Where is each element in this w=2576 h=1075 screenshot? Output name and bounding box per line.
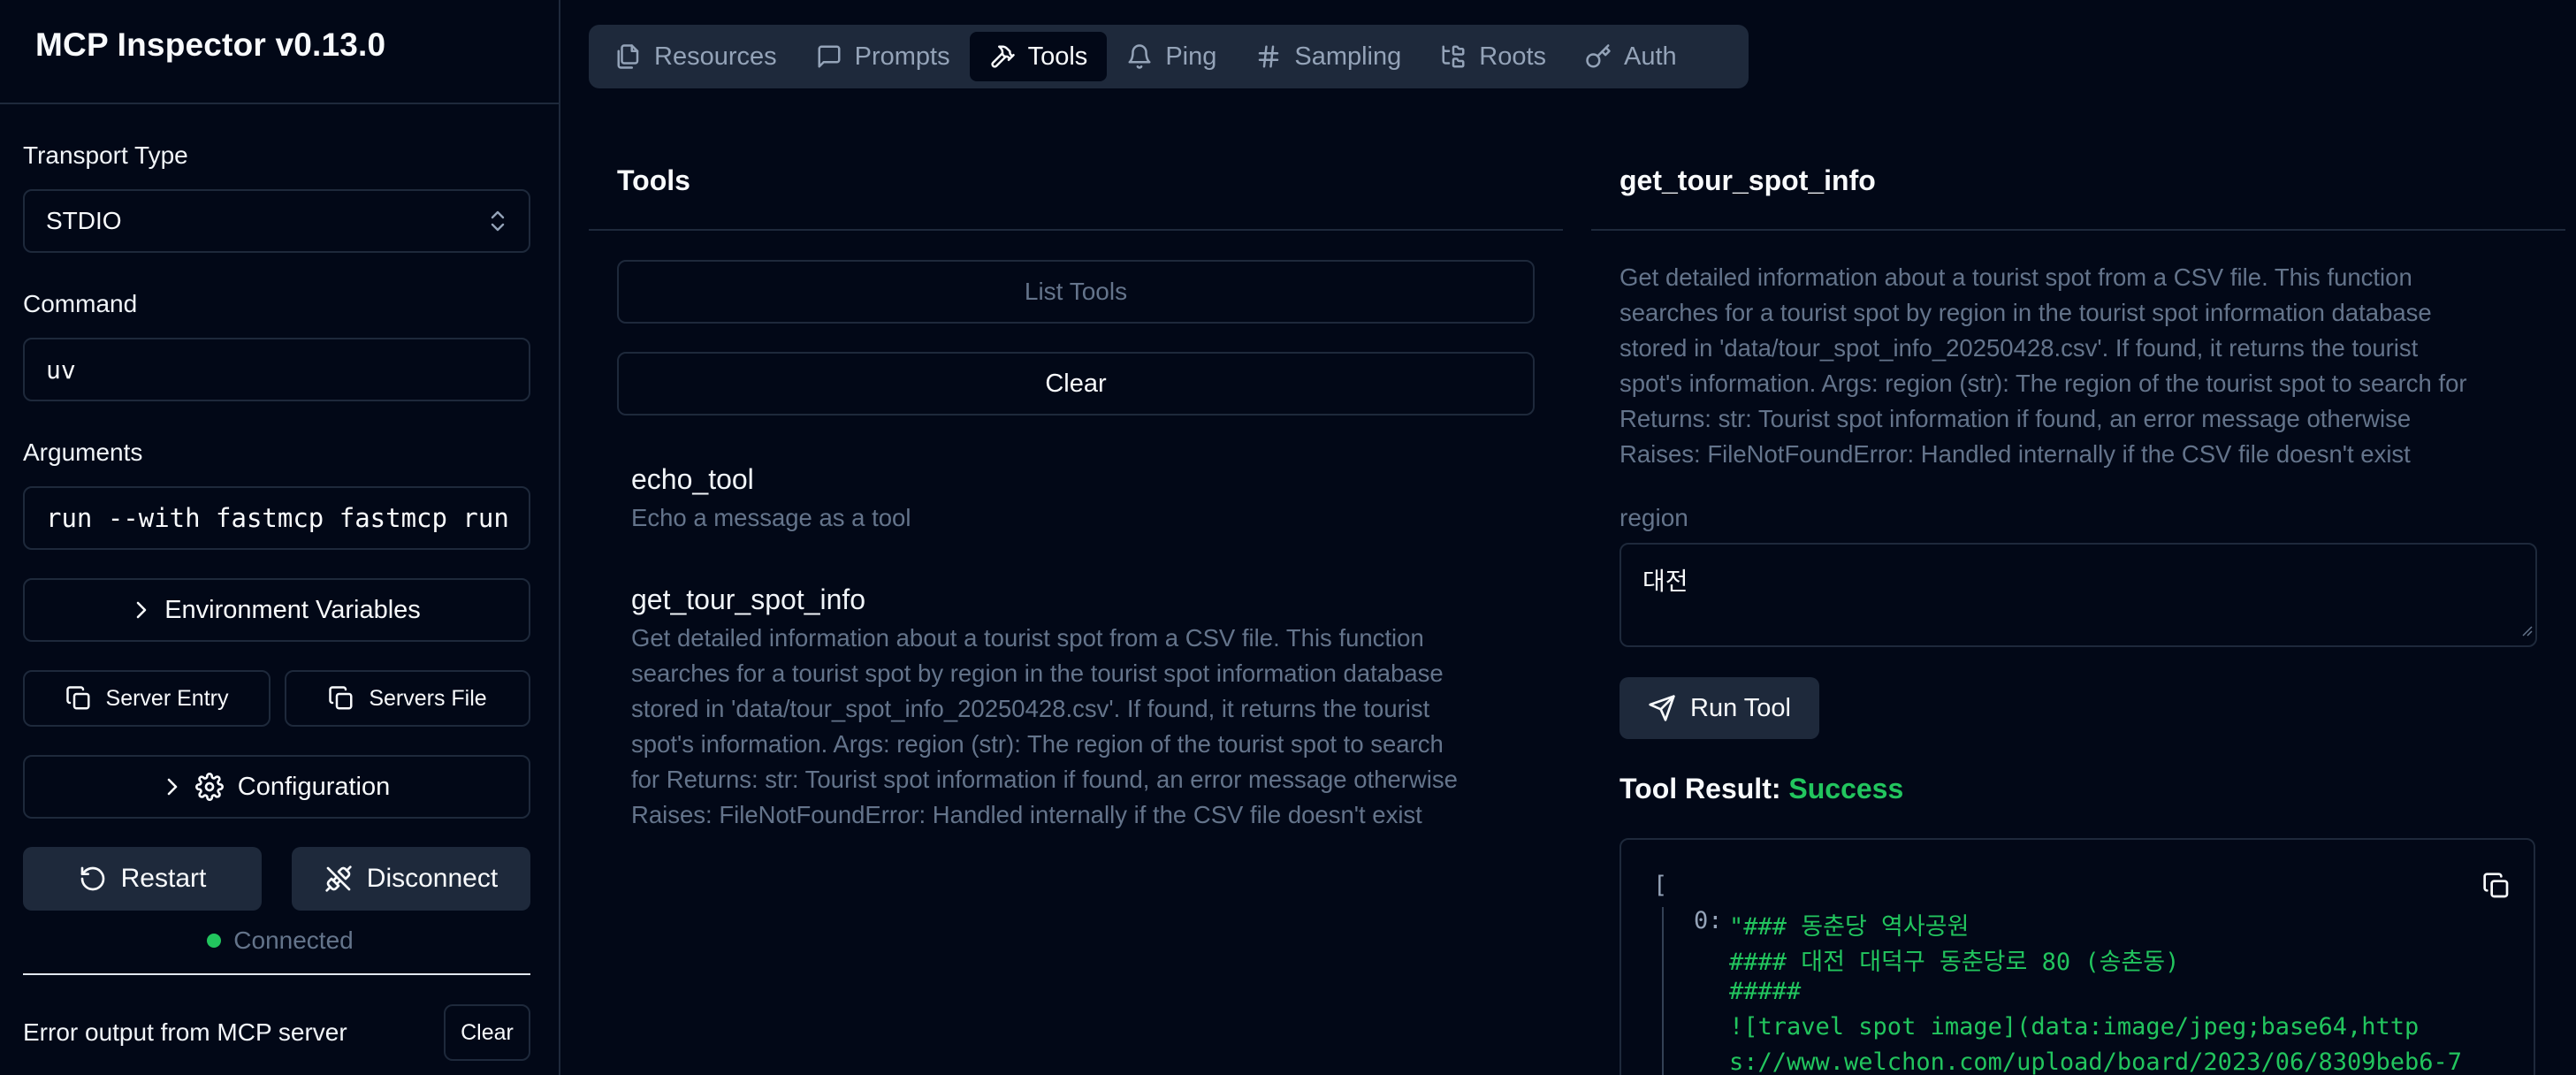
unplug-icon (324, 865, 353, 893)
app-title: MCP Inspector v0.13.0 (35, 27, 386, 63)
server-entry-button[interactable]: Server Entry (23, 670, 271, 727)
bell-icon (1126, 43, 1153, 70)
error-clear-button[interactable]: Clear (444, 1004, 530, 1061)
environment-variables-label: Environment Variables (164, 595, 421, 624)
configuration-label: Configuration (237, 772, 391, 801)
json-line: ##### (1729, 978, 1802, 1005)
tab-tools[interactable]: Tools (969, 32, 1108, 81)
detail-panel-divider (1591, 229, 2565, 231)
json-index: 0: (1694, 907, 1723, 934)
arguments-label: Arguments (23, 438, 143, 466)
detail-description: Get detailed information about a tourist… (1620, 263, 2467, 468)
sidebar-header: MCP Inspector v0.13.0 (0, 0, 559, 104)
tab-ping[interactable]: Ping (1107, 32, 1236, 81)
key-icon (1585, 43, 1612, 70)
servers-file-button[interactable]: Servers File (285, 670, 530, 727)
tool-result-status: Success (1788, 773, 1904, 804)
tab-label: Prompts (854, 42, 950, 71)
json-line: ![travel spot image](data:image/jpeg;bas… (1729, 1013, 2420, 1041)
tool-description: Echo a message as a tool (631, 504, 911, 531)
clear-tools-button[interactable]: Clear (617, 352, 1535, 416)
tab-roots[interactable]: Roots (1421, 32, 1566, 81)
error-output-label: Error output from MCP server (23, 1018, 347, 1046)
tool-result-heading: Tool Result: Success (1620, 773, 1903, 805)
region-value: 대전 (1642, 568, 1688, 595)
sidebar: MCP Inspector v0.13.0 Transport Type STD… (0, 0, 560, 1075)
gear-icon (194, 773, 224, 801)
copy-icon[interactable] (2482, 872, 2511, 900)
tool-description: Get detailed information about a tourist… (631, 624, 1458, 828)
connection-status: Connected (0, 926, 560, 955)
tool-name: get_tour_spot_info (631, 583, 866, 615)
tools-panel-divider (589, 229, 1563, 231)
environment-variables-button[interactable]: Environment Variables (23, 578, 530, 642)
json-line: #### 대전 대덕구 동춘당로 80 (송촌동) (1729, 949, 2180, 976)
tab-resources[interactable]: Resources (596, 32, 796, 81)
tab-prompts[interactable]: Prompts (796, 32, 970, 81)
files-icon (615, 43, 642, 70)
param-label: region (1620, 504, 1688, 531)
folder-tree-icon (1440, 43, 1467, 70)
chevron-right-icon (164, 776, 181, 797)
tab-label: Tools (1027, 42, 1088, 71)
tab-label: Sampling (1294, 42, 1402, 71)
command-label: Command (23, 290, 138, 317)
tab-sampling[interactable]: Sampling (1236, 32, 1421, 81)
region-textarea[interactable]: 대전 (1620, 543, 2537, 647)
transport-type-select[interactable]: STDIO (23, 189, 530, 253)
copy-icon (328, 685, 354, 712)
message-square-icon (816, 43, 842, 70)
hammer-icon (989, 43, 1016, 70)
tab-label: Ping (1165, 42, 1217, 71)
hash-icon (1255, 43, 1282, 70)
configuration-button[interactable]: Configuration (23, 755, 530, 819)
transport-type-value: STDIO (46, 207, 122, 234)
json-open-bracket: [ (1653, 872, 1668, 899)
server-entry-label: Server Entry (105, 685, 229, 711)
rotate-ccw-icon (79, 865, 107, 893)
detail-panel-title: get_tour_spot_info (1620, 164, 1876, 196)
run-tool-label: Run Tool (1690, 693, 1791, 722)
tab-label: Roots (1479, 42, 1547, 71)
tools-panel-title: Tools (617, 164, 690, 196)
send-icon (1648, 694, 1676, 722)
list-tools-button[interactable]: List Tools (617, 260, 1535, 324)
disconnect-button[interactable]: Disconnect (292, 847, 530, 911)
chevron-right-icon (133, 599, 150, 621)
copy-icon (65, 685, 92, 712)
tool-result-box: [ 0: "### 동춘당 역사공원 #### 대전 대덕구 동춘당로 80 (… (1620, 838, 2535, 1075)
transport-type-label: Transport Type (23, 141, 188, 169)
restart-button[interactable]: Restart (23, 847, 262, 911)
restart-label: Restart (120, 864, 207, 893)
run-tool-button[interactable]: Run Tool (1620, 677, 1819, 739)
chevrons-up-down-icon (488, 210, 507, 233)
servers-file-label: Servers File (369, 685, 487, 711)
tool-name: echo_tool (631, 463, 754, 495)
status-divider (23, 973, 530, 975)
tab-label: Auth (1624, 42, 1677, 71)
json-line: "### 동춘당 역사공원 (1729, 913, 1970, 941)
status-text: Connected (233, 926, 354, 954)
tab-bar: Resources Prompts Tools Ping Sampling Ro… (589, 25, 1749, 88)
status-dot (207, 934, 222, 948)
tool-result-label: Tool Result: (1620, 773, 1781, 804)
disconnect-label: Disconnect (366, 864, 499, 893)
tab-label: Resources (654, 42, 777, 71)
command-input[interactable]: uv (23, 338, 530, 401)
json-indent-guide (1662, 907, 1664, 1075)
arguments-input[interactable]: run --with fastmcp fastmcp run (23, 486, 530, 550)
resize-handle-icon[interactable] (2518, 615, 2534, 644)
json-line: s://www.welchon.com/upload/board/2023/06… (1729, 1048, 2463, 1075)
tab-auth[interactable]: Auth (1566, 32, 1696, 81)
